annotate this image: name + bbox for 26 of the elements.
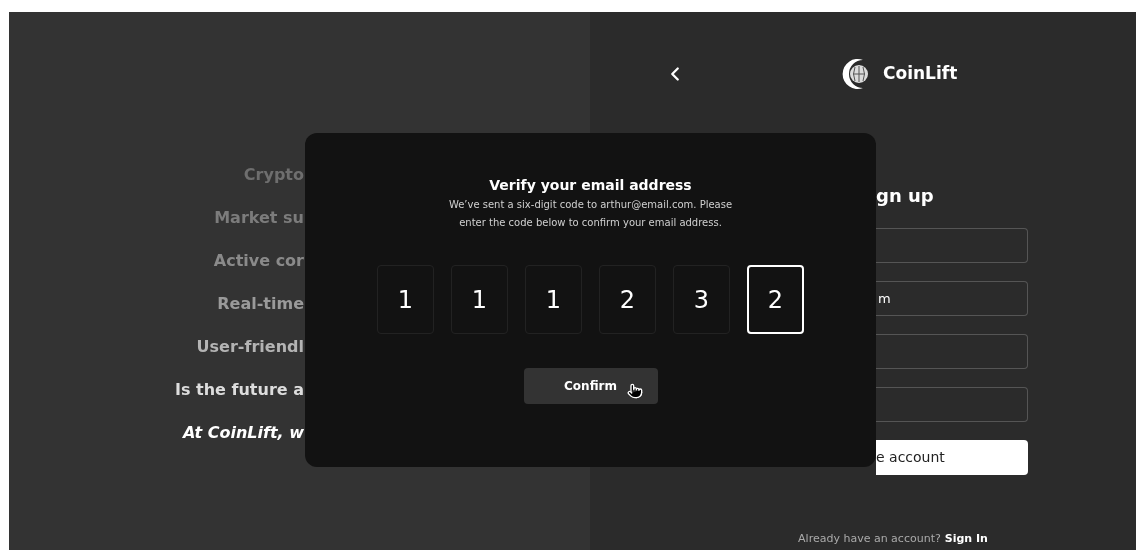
- code-digit-field[interactable]: 2: [599, 265, 656, 334]
- code-digit-field[interactable]: 2: [747, 265, 804, 334]
- dialog-title: Verify your email address: [489, 176, 692, 194]
- input-field[interactable]: [876, 387, 1028, 422]
- signup-title: gn up: [876, 184, 935, 208]
- signin-prompt: Already have an account?: [798, 531, 941, 547]
- hand-cursor-icon: [626, 383, 643, 399]
- tagline-text: Active cor: [213, 250, 304, 272]
- sign-in-link[interactable]: Sign In: [944, 530, 988, 548]
- input-field[interactable]: [876, 334, 1028, 369]
- tagline-text: Real-time: [217, 293, 304, 315]
- tagline-text: Is the future a: [175, 379, 304, 401]
- code-digit-field[interactable]: 1: [525, 265, 582, 334]
- code-digit-field[interactable]: 1: [377, 265, 434, 334]
- tagline-text: User-friendl: [196, 336, 304, 358]
- input-field[interactable]: [876, 228, 1028, 263]
- code-digit-field[interactable]: 1: [451, 265, 508, 334]
- tagline-text: Market su: [214, 207, 304, 229]
- brand-name: CoinLift: [883, 62, 958, 86]
- dialog-message: We’ve sent a six-digit code to arthur@email.com. Please enter the code below to confirm your email address.: [447, 198, 734, 230]
- confirm-button[interactable]: Confirm: [523, 368, 658, 404]
- tagline-text: Crypto: [243, 164, 304, 186]
- input-field[interactable]: m: [876, 281, 1028, 316]
- code-digit-field[interactable]: 3: [673, 265, 730, 334]
- tagline-text: At CoinLift, w: [182, 422, 304, 444]
- create-account-button[interactable]: e account: [876, 440, 1028, 475]
